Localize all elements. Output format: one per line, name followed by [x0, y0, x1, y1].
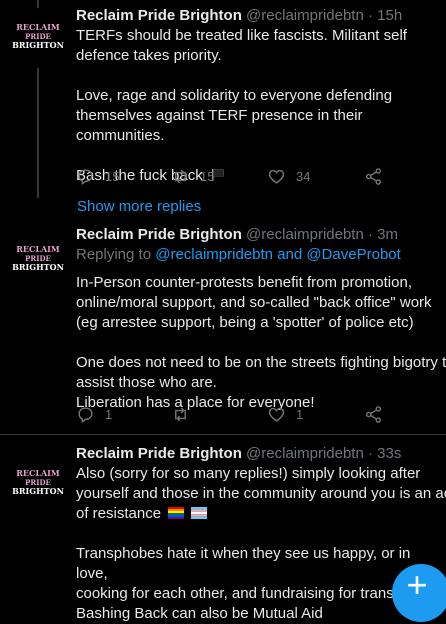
reply-icon	[78, 407, 93, 423]
show-more-replies-link[interactable]: Show more replies	[77, 198, 201, 215]
avatar-text: BRIGHTON	[12, 261, 64, 272]
share-button[interactable]	[364, 167, 383, 186]
like-count: 1	[296, 407, 304, 422]
avatar[interactable]: RECLAIM PRIDE BRIGHTON	[12, 234, 64, 282]
timestamp[interactable]: 33s	[377, 445, 401, 462]
reply-icon	[78, 169, 93, 185]
compose-tweet-button[interactable]: +	[392, 564, 446, 622]
thread-line	[37, 68, 39, 198]
replying-to-label: Replying to	[76, 246, 152, 263]
display-name[interactable]: Reclaim Pride Brighton	[76, 226, 242, 243]
timestamp[interactable]: 3m	[377, 226, 398, 243]
replying-to: Replying to @reclaimpridebtn and @DavePr…	[76, 245, 438, 265]
avatar-text: RECLAIM	[16, 467, 60, 478]
text-line: (eg arrestee support, being a 'spotter' …	[76, 314, 414, 331]
display-name[interactable]: Reclaim Pride Brighton	[76, 7, 242, 24]
like-button[interactable]: 34	[267, 167, 364, 186]
separator: ·	[368, 226, 373, 243]
separator: ·	[368, 7, 373, 24]
text-line: themselves against TERF presence in thei…	[76, 107, 363, 144]
rainbow-flag-icon	[168, 507, 185, 519]
like-count: 34	[296, 169, 311, 184]
tweet-header: Reclaim Pride Brighton @reclaimpridebtn …	[76, 444, 438, 464]
retweet-count: 15	[200, 169, 215, 184]
display-name[interactable]: Reclaim Pride Brighton	[76, 445, 242, 462]
reply-button[interactable]: 1	[76, 405, 171, 424]
tweet-text: Also (sorry for so many replies!) simply…	[76, 464, 446, 624]
avatar-text: BRIGHTON	[12, 485, 64, 496]
text-line: In-Person counter-protests benefit from …	[76, 274, 412, 291]
avatar[interactable]: RECLAIM PRIDE BRIGHTON	[12, 458, 64, 506]
text-line: Transphobes hate it when they see us hap…	[76, 545, 411, 582]
avatar-text: RECLAIM	[16, 21, 60, 32]
mention-link[interactable]: @DaveProbot	[306, 246, 400, 263]
handle[interactable]: @reclaimpridebtn	[246, 445, 364, 462]
share-icon	[365, 406, 382, 423]
text-line: Bashing Back can also be Mutual Aid	[76, 605, 323, 622]
separator: ·	[368, 445, 373, 462]
share-button[interactable]	[364, 405, 383, 424]
like-button[interactable]: 1	[267, 405, 364, 424]
handle[interactable]: @reclaimpridebtn	[246, 7, 364, 24]
text-line: cooking for each other, and fundraising …	[76, 585, 433, 602]
reply-count: 15	[105, 169, 120, 184]
text-line-with-flags: of resistance	[76, 504, 438, 524]
tweet-header: Reclaim Pride Brighton @reclaimpridebtn …	[76, 225, 438, 245]
heart-icon	[268, 169, 285, 184]
avatar[interactable]: RECLAIM PRIDE BRIGHTON	[12, 12, 64, 60]
handle[interactable]: @reclaimpridebtn	[246, 226, 364, 243]
retweet-button[interactable]	[171, 405, 267, 424]
tweet-header: Reclaim Pride Brighton @reclaimpridebtn …	[76, 6, 438, 26]
retweet-button[interactable]: 15	[171, 167, 267, 186]
text-line: Love, rage and solidarity to everyone de…	[76, 87, 393, 104]
retweet-icon	[175, 407, 186, 422]
thread-line	[37, 0, 39, 8]
tweet-text: In-Person counter-protests benefit from …	[76, 273, 446, 413]
avatar-text: BRIGHTON	[12, 39, 64, 50]
tweet-text: TERFs should be treated like fascists. M…	[76, 26, 438, 186]
timestamp[interactable]: 15h	[377, 7, 402, 24]
text-line: TERFs should be treated like fascists. M…	[76, 27, 407, 44]
text-line: yourself and those in the community arou…	[76, 485, 446, 502]
text-line: assist those who are.	[76, 374, 217, 391]
text-line: online/moral support, and so-called "bac…	[76, 294, 432, 311]
divider	[0, 434, 446, 435]
mention-link[interactable]: @reclaimpridebtn	[155, 246, 273, 263]
transgender-flag-icon	[191, 507, 208, 519]
retweet-icon	[175, 169, 186, 184]
text-line: One does not need to be on the streets f…	[76, 354, 446, 371]
text-line: Also (sorry for so many replies!) simply…	[76, 465, 421, 482]
reply-button[interactable]: 15	[76, 167, 171, 186]
text-line: of resistance	[76, 505, 162, 522]
text-line: defence takes priority.	[76, 47, 222, 64]
heart-icon	[268, 407, 285, 422]
share-icon	[365, 168, 382, 185]
avatar-text: RECLAIM	[16, 243, 60, 254]
reply-count: 1	[105, 407, 113, 422]
mention-link[interactable]: and	[277, 246, 302, 263]
